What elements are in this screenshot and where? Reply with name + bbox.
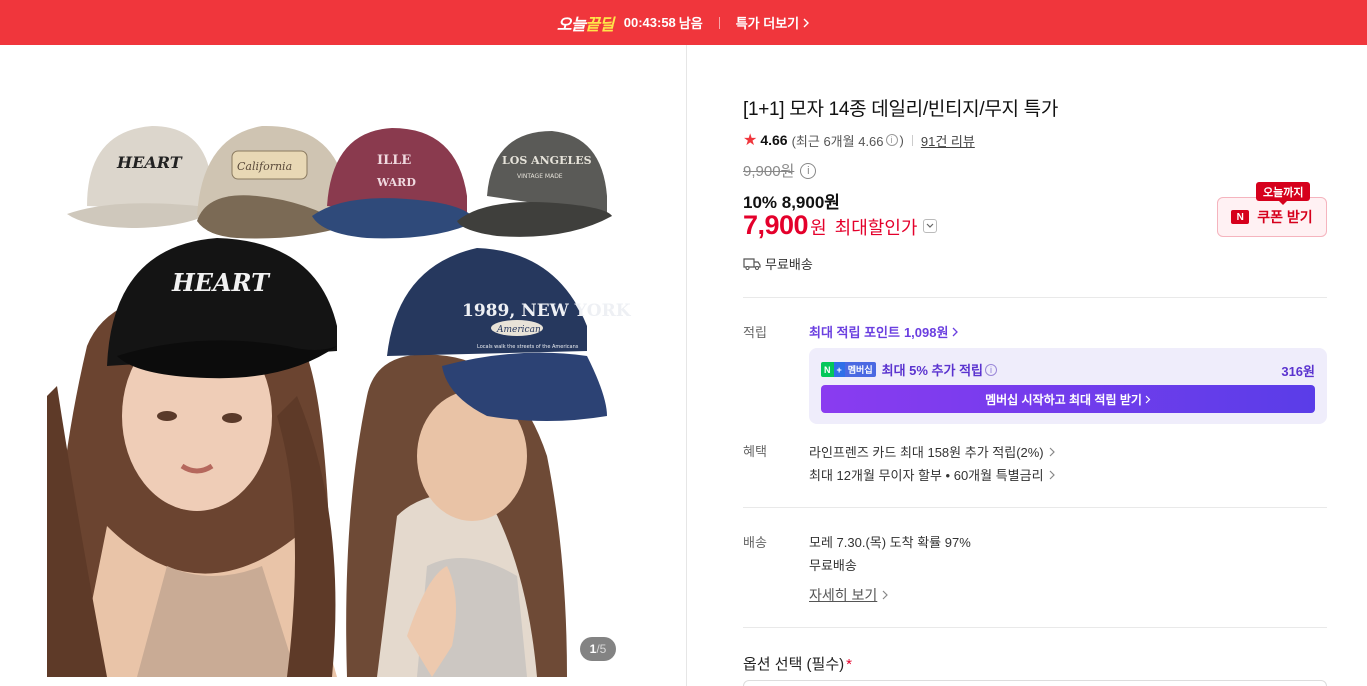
recent-rating: (최근 6개월 4.66	[791, 133, 884, 149]
image-counter-current: 1	[589, 642, 597, 656]
installment-benefit-link[interactable]: 최대 12개월 무이자 할부 • 60개월 특별금리	[809, 465, 1055, 484]
countdown-timer: 00:43:58	[623, 15, 676, 30]
price-info-icon[interactable]: i	[800, 162, 817, 179]
original-price: 9,900원	[743, 163, 795, 180]
free-shipping-label: 무료배송	[765, 257, 813, 272]
chevron-down-icon[interactable]	[923, 218, 938, 233]
final-price: 7,900	[743, 210, 809, 240]
burgundy-cap: ILLE WARD	[312, 128, 477, 239]
cap-patch-text: California	[237, 160, 292, 173]
beige-cap: HEART	[67, 126, 217, 228]
max-points-link[interactable]: 최대 적립 포인트 1,098원	[809, 322, 959, 341]
max-points-label: 최대 적립 포인트	[809, 325, 900, 340]
installment-benefit-text: 최대 12개월 무이자 할부 • 60개월 특별금리	[809, 468, 1044, 483]
membership-row: N + 멤버십 최대 5% 추가 적립 i	[821, 360, 997, 379]
chevron-right-icon	[1049, 470, 1055, 479]
image-counter: 1/5	[580, 637, 616, 661]
rating-score: 4.66	[760, 132, 788, 148]
card-benefit-link[interactable]: 라인프렌즈 카드 최대 158원 추가 적립(2%)	[809, 442, 1055, 461]
section-divider	[743, 297, 1327, 298]
membership-amount: 316원	[1281, 364, 1315, 379]
coupon-deadline-tag: 오늘까지	[1256, 182, 1311, 205]
delivery-detail-label: 자세히 보기	[809, 587, 878, 603]
product-info-panel: [1+1] 모자 14종 데일리/빈티지/무지 특가 ★ 4.66 (최근 6개…	[743, 0, 1327, 686]
info-icon[interactable]: i	[885, 134, 898, 146]
naver-n-icon: N	[1231, 210, 1250, 224]
banner-divider	[718, 16, 720, 29]
option-select[interactable]	[743, 680, 1327, 686]
membership-start-button[interactable]: 멤버십 시작하고 최대 적립 받기	[821, 385, 1315, 413]
grey-cap: LOS ANGELES VINTAGE MADE	[457, 131, 612, 237]
info-icon[interactable]: i	[985, 363, 997, 376]
max-discount-label: 최대할인가	[834, 218, 918, 238]
review-link[interactable]: 91건 리뷰	[921, 131, 975, 150]
cap-navy-text-a: 1989, NEW YORK	[462, 301, 632, 321]
coupon-button[interactable]: N 쿠폰 받기	[1217, 197, 1327, 237]
left-model: HEART	[47, 238, 337, 677]
chevron-right-icon	[882, 590, 889, 600]
final-price-row: 7,900 원 최대할인가	[743, 210, 938, 241]
product-photo-illustration: HEART California ILLE WARD LOS ANGELES V…	[47, 125, 632, 677]
rating-divider	[911, 134, 913, 146]
chevron-right-icon	[1049, 447, 1055, 456]
option-title-label: 옵션 선택 (필수)	[743, 656, 845, 673]
naver-plus-membership-icon: N + 멤버십	[821, 362, 876, 377]
recent-rating-close: )	[899, 132, 904, 148]
points-label: 적립	[743, 325, 767, 340]
delivery-fee: 무료배송	[809, 558, 857, 573]
delivery-eta: 모레 7.30.(목) 도착 확률 97%	[809, 535, 971, 550]
final-price-unit: 원	[810, 218, 827, 238]
chevron-right-icon	[952, 327, 959, 336]
cap-burgundy-text-b: WARD	[376, 176, 416, 189]
chevron-right-icon	[1145, 395, 1151, 403]
max-points-value: 1,098원	[903, 325, 949, 340]
membership-box: N + 멤버십 최대 5% 추가 적립 i 316원 멤버십 시작하고 최대 적립 …	[809, 348, 1327, 424]
cap-navy-text-b: American	[496, 325, 541, 335]
truck-icon	[743, 258, 761, 270]
free-shipping-row: 무료배송	[743, 254, 813, 273]
card-benefit-text: 라인프렌즈 카드 최대 158원 추가 적립(2%)	[809, 445, 1044, 460]
section-divider	[743, 627, 1327, 628]
membership-text: 최대 5% 추가 적립	[881, 363, 983, 378]
product-image[interactable]: HEART California ILLE WARD LOS ANGELES V…	[47, 96, 639, 677]
cap-navy-text-c: Locals walk the streets of the Americans	[477, 344, 579, 350]
original-price-row: 9,900원 i	[743, 160, 817, 181]
star-icon: ★	[743, 132, 758, 149]
rating-row: ★ 4.66 (최근 6개월 4.66 i ) 91건 리뷰	[743, 130, 975, 150]
cap-burgundy-text-a: ILLE	[377, 153, 411, 168]
option-title: 옵션 선택 (필수) *	[743, 653, 852, 674]
countdown-remain-label: 남음	[678, 16, 703, 31]
cap-grey-text-b: VINTAGE MADE	[517, 173, 563, 180]
image-counter-total: /5	[596, 642, 607, 656]
right-model: 1989, NEW YORK American Locals walk the …	[346, 248, 632, 677]
cap-black-text: HEART	[171, 268, 271, 297]
section-divider	[743, 507, 1327, 508]
product-title: [1+1] 모자 14종 데일리/빈티지/무지 특가	[743, 99, 1059, 120]
column-divider	[686, 45, 687, 686]
membership-start-label: 멤버십 시작하고 최대 적립 받기	[985, 392, 1142, 407]
cap-beige-text: HEART	[116, 153, 183, 172]
benefits-label: 혜택	[743, 444, 767, 459]
delivery-label: 배송	[743, 535, 767, 550]
delivery-detail-link[interactable]: 자세히 보기	[809, 585, 889, 605]
cap-grey-text-a: LOS ANGELES	[502, 154, 592, 167]
required-mark: *	[846, 656, 852, 673]
coupon-button-label: 쿠폰 받기	[1257, 209, 1313, 225]
deal-brand-logo: 오늘끝딜	[556, 16, 614, 34]
